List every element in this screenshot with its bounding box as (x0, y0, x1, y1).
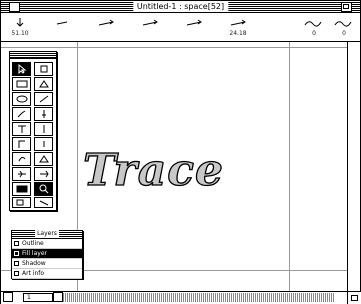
trace-artwork-text[interactable]: Trace (82, 148, 224, 193)
skew-tool[interactable] (34, 167, 53, 181)
corner-tool[interactable] (12, 137, 31, 151)
corner-icon (18, 140, 25, 148)
line-tool[interactable] (34, 92, 53, 106)
resize-box[interactable] (347, 291, 361, 304)
hand-icon (40, 65, 47, 73)
toolbar-label: 51.10 (11, 30, 29, 37)
arrow-icon (98, 19, 114, 26)
page-indicator[interactable]: 1 (23, 293, 53, 302)
text-icon (17, 125, 26, 133)
skew-icon (39, 170, 49, 178)
knife-tool[interactable] (34, 107, 53, 121)
arrow-icon (16, 18, 24, 27)
rotate-icon (18, 156, 25, 162)
blend-tool[interactable] (12, 197, 31, 208)
point-icon (43, 141, 44, 147)
ruler-toolbar: 51.10 24.18 0 0 (1, 13, 360, 42)
knife-icon (41, 110, 46, 118)
toolbar-item-8[interactable]: 0 (327, 13, 361, 41)
scroll-left-arrow[interactable] (53, 292, 63, 302)
page-number: 1 (27, 294, 31, 301)
layer-name: Art info (22, 270, 45, 277)
path-tool[interactable] (34, 122, 53, 136)
layers-title: Layers (35, 230, 59, 238)
layer-visibility-icon[interactable] (14, 261, 19, 266)
selection-tool[interactable] (12, 62, 31, 76)
blend-icon (16, 199, 23, 205)
rotate-tool[interactable] (12, 152, 31, 166)
scissors-tool[interactable] (34, 197, 53, 208)
toolbar-item-6[interactable]: 24.18 (221, 13, 255, 41)
document-window: Untitled-1 : space[52] 51.10 24.18 0 0 T… (0, 0, 361, 304)
reflect-icon (17, 170, 26, 178)
magnifier-icon (39, 184, 48, 194)
wave-icon (334, 21, 352, 27)
polygon-tool[interactable] (34, 77, 53, 91)
layer-visibility-icon[interactable] (14, 251, 19, 256)
palette-title-bar[interactable] (10, 52, 56, 59)
pointer-icon (18, 64, 26, 74)
layer-row[interactable]: Shadow (12, 259, 82, 269)
polygon-icon (38, 80, 49, 88)
toolbar-label: 24.18 (229, 30, 247, 37)
toolbar-label: 0 (312, 30, 316, 37)
layer-row[interactable]: Outline (12, 239, 82, 249)
guide-line (289, 42, 290, 291)
line-icon (39, 95, 48, 103)
window-title: Untitled-1 : space[52] (132, 1, 229, 12)
vertical-scrollbar[interactable] (347, 42, 360, 291)
guide-line (1, 47, 347, 48)
scale-tool[interactable] (34, 152, 53, 166)
rectangle-tool[interactable] (12, 77, 31, 91)
layer-row[interactable]: Fill layer (12, 249, 82, 259)
layer-name: Outline (22, 240, 44, 247)
layer-visibility-icon[interactable] (14, 241, 19, 246)
scissors-icon (39, 200, 48, 205)
scroll-track[interactable] (63, 293, 335, 302)
toolbar-item-2[interactable] (45, 13, 79, 41)
zoom-tool[interactable] (34, 182, 53, 196)
arrow-icon (142, 19, 158, 26)
scale-icon (38, 155, 49, 163)
line-icon (56, 21, 68, 25)
trace-icon (16, 185, 27, 193)
toolbar-item-5[interactable] (177, 13, 211, 41)
toolbar-label: 0 (342, 30, 346, 37)
rectangle-icon (16, 80, 27, 88)
pen-tool[interactable] (12, 107, 31, 121)
arrow-icon (230, 19, 246, 26)
trace-tool[interactable] (12, 182, 31, 196)
layers-palette: Layers Outline Fill layer Shadow Art inf… (11, 230, 83, 279)
layer-visibility-icon[interactable] (14, 271, 19, 276)
page-icon[interactable] (3, 292, 13, 302)
layer-row[interactable]: Art info (12, 269, 82, 279)
point-tool[interactable] (34, 137, 53, 151)
layers-title-bar[interactable]: Layers (12, 230, 82, 239)
ellipse-icon (16, 95, 27, 103)
toolbar-item-1[interactable]: 51.10 (3, 13, 37, 41)
layer-name: Shadow (22, 260, 46, 267)
arrow-icon (186, 19, 202, 26)
toolbar-item-7[interactable]: 0 (297, 13, 331, 41)
title-bar[interactable]: Untitled-1 : space[52] (1, 1, 360, 13)
close-box[interactable] (9, 2, 20, 12)
reflect-tool[interactable] (12, 167, 31, 181)
ellipse-tool[interactable] (12, 92, 31, 106)
toolbar-item-4[interactable] (133, 13, 167, 41)
toolbar-item-3[interactable] (89, 13, 123, 41)
horizontal-scrollbar[interactable]: 1 (1, 291, 347, 304)
zoom-box[interactable] (341, 2, 352, 12)
layer-name: Fill layer (22, 250, 47, 257)
wave-icon (304, 21, 322, 27)
hand-tool[interactable] (34, 62, 53, 76)
tool-palette (9, 51, 57, 211)
pen-icon (17, 110, 25, 118)
path-icon (43, 125, 44, 133)
text-tool[interactable] (12, 122, 31, 136)
